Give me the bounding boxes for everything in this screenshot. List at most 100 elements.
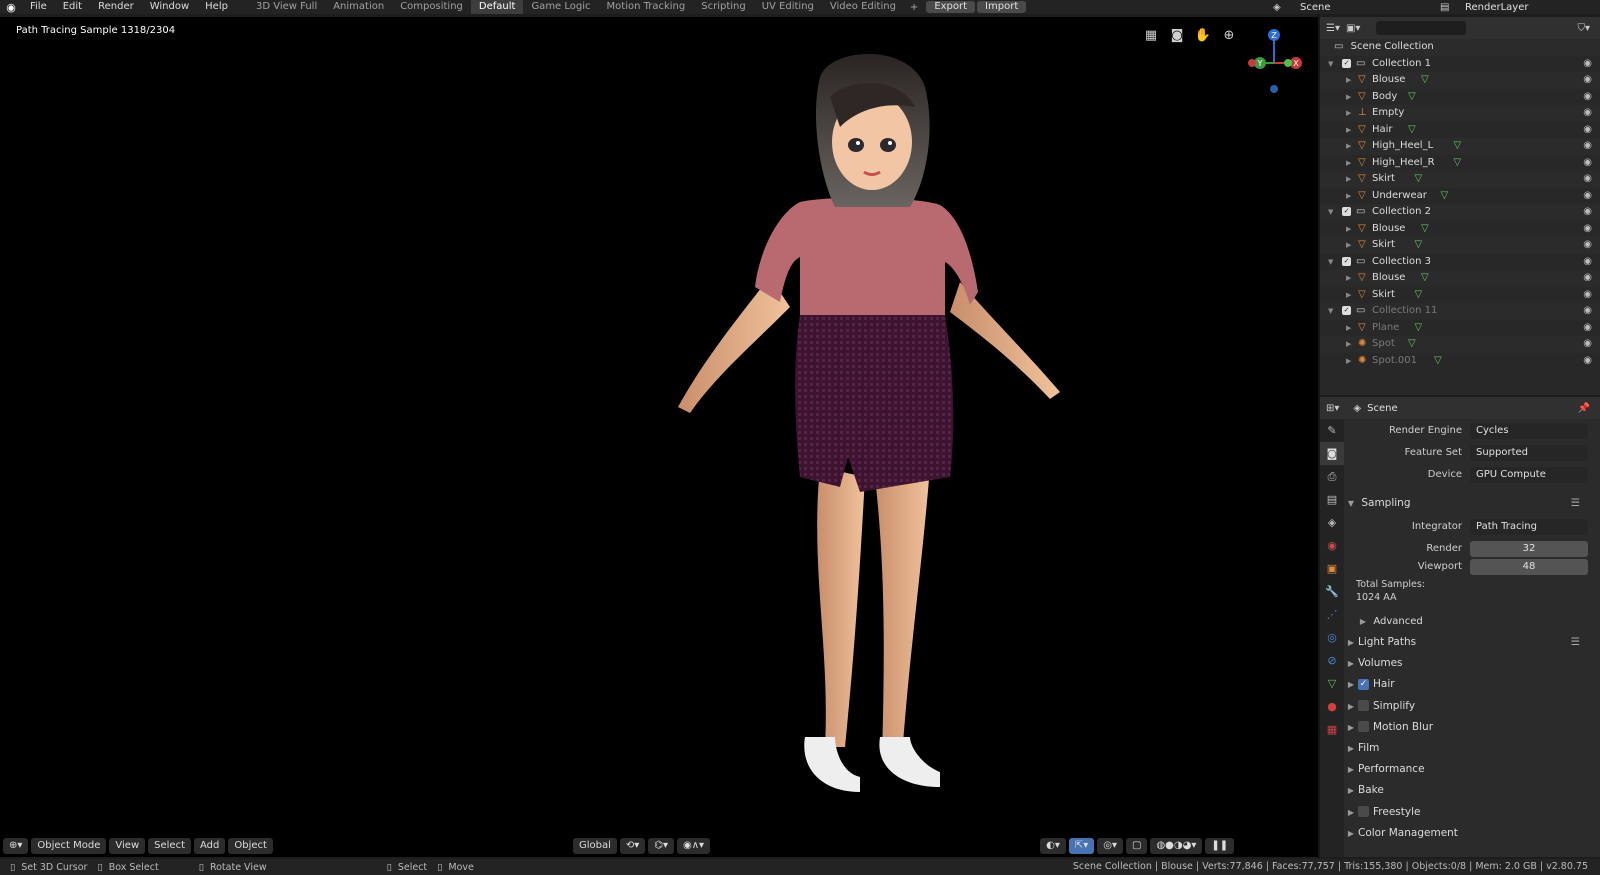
visibility-eye-icon[interactable]: ◉ bbox=[1583, 105, 1592, 122]
outliner-object-row[interactable]: ▶ ▽ Skirt ▽ ◉ bbox=[1320, 287, 1600, 304]
advanced-section-header[interactable]: ▶ Advanced bbox=[1344, 611, 1600, 631]
visibility-eye-icon[interactable]: ◉ bbox=[1583, 89, 1592, 106]
section-simplify[interactable]: ▶ Simplify bbox=[1344, 696, 1600, 716]
proportional-edit-icon[interactable]: ◉∧▾ bbox=[677, 838, 711, 854]
outliner-object-row[interactable]: ▶ ▽ Plane ▽ ◉ bbox=[1320, 320, 1600, 337]
workspace-tab-game-logic[interactable]: Game Logic bbox=[523, 0, 598, 14]
scene-collection-row[interactable]: ▭ Scene Collection bbox=[1320, 39, 1600, 56]
expand-arrow-icon[interactable]: ▼ bbox=[1328, 254, 1333, 271]
outliner-object-row[interactable]: ▶ ▽ Blouse ▽ ◉ bbox=[1320, 72, 1600, 89]
visibility-eye-icon[interactable]: ◉ bbox=[1583, 336, 1592, 353]
outliner-object-row[interactable]: ▶ ▽ Blouse ▽ ◉ bbox=[1320, 221, 1600, 238]
3d-viewport[interactable]: Path Tracing Sample 1318/2304 ▦ ◙ ✋ ⊕ Z … bbox=[0, 17, 1318, 857]
outliner-object-row[interactable]: ▶ ▽ Skirt ▽ ◉ bbox=[1320, 171, 1600, 188]
visibility-eye-icon[interactable]: ◉ bbox=[1583, 122, 1592, 139]
overlay-icon[interactable]: ◎▾ bbox=[1097, 838, 1123, 854]
view-layer-tab-icon[interactable]: ▤ bbox=[1320, 488, 1344, 511]
menu-window[interactable]: Window bbox=[142, 0, 197, 14]
visibility-eye-icon[interactable]: ◉ bbox=[1583, 188, 1592, 205]
data-tab-icon[interactable]: ▽ bbox=[1320, 672, 1344, 695]
object-mode-dropdown[interactable]: Object Mode bbox=[31, 838, 107, 854]
mesh-data-icon[interactable]: ▽ bbox=[1454, 155, 1462, 172]
outliner-object-row[interactable]: ▶ ✺ Spot ▽ ◉ bbox=[1320, 336, 1600, 353]
zoom-icon[interactable]: ⊕ bbox=[1220, 27, 1238, 45]
viewport-menu-add[interactable]: Add bbox=[194, 838, 226, 854]
visibility-eye-icon[interactable]: ◉ bbox=[1583, 270, 1592, 287]
mesh-data-icon[interactable]: ▽ bbox=[1454, 138, 1462, 155]
mesh-data-icon[interactable]: ▽ bbox=[1421, 270, 1429, 287]
particles-tab-icon[interactable]: ⋰ bbox=[1320, 603, 1344, 626]
mesh-data-icon[interactable]: ▽ bbox=[1441, 188, 1449, 205]
section-performance[interactable]: ▶ Performance bbox=[1344, 759, 1600, 779]
blender-logo-icon[interactable]: ◉ bbox=[0, 1, 22, 14]
list-icon[interactable]: ☰ bbox=[1571, 632, 1580, 652]
section-light-paths[interactable]: ▶ Light Paths ☰ bbox=[1344, 632, 1600, 652]
menu-edit[interactable]: Edit bbox=[55, 0, 90, 14]
section-color-management[interactable]: ▶ Color Management bbox=[1344, 823, 1600, 843]
workspace-tab-default[interactable]: Default bbox=[470, 0, 524, 14]
visibility-eye-icon[interactable]: ◉ bbox=[1583, 287, 1592, 304]
properties-editor-icon[interactable]: ⊞▾ bbox=[1326, 403, 1339, 414]
section-checkbox[interactable] bbox=[1358, 806, 1369, 818]
collection-checkbox[interactable]: ✓ bbox=[1342, 256, 1351, 266]
collapse-arrow-icon[interactable]: ▶ bbox=[1346, 221, 1351, 238]
collapse-arrow-icon[interactable]: ▶ bbox=[1346, 72, 1351, 89]
outliner-object-row[interactable]: ▶ ▽ Body ▽ ◉ bbox=[1320, 89, 1600, 106]
workspace-tab-scripting[interactable]: Scripting bbox=[693, 0, 753, 14]
expand-arrow-icon[interactable]: ▼ bbox=[1328, 56, 1333, 73]
outliner-object-row[interactable]: ▶ ▽ Skirt ▽ ◉ bbox=[1320, 237, 1600, 254]
scene-selector-icon[interactable]: ◈ bbox=[1273, 2, 1281, 13]
import-button[interactable]: Import bbox=[977, 1, 1027, 13]
collection-checkbox[interactable]: ✓ bbox=[1342, 306, 1351, 315]
viewport-menu-object[interactable]: Object bbox=[228, 838, 273, 854]
mesh-data-icon[interactable]: ▽ bbox=[1421, 72, 1429, 89]
outliner-object-row[interactable]: ▶ ▽ Blouse ▽ ◉ bbox=[1320, 270, 1600, 287]
visibility-eye-icon[interactable]: ◉ bbox=[1583, 204, 1592, 221]
material-tab-icon[interactable]: ● bbox=[1320, 695, 1344, 718]
menu-render[interactable]: Render bbox=[90, 0, 142, 14]
pause-render-icon[interactable]: ❚❚ bbox=[1205, 838, 1235, 854]
mesh-data-icon[interactable]: ▽ bbox=[1415, 171, 1423, 188]
expand-arrow-icon[interactable]: ▼ bbox=[1328, 204, 1333, 221]
navigation-gizmo[interactable]: Z Y X bbox=[1242, 23, 1306, 93]
visibility-eye-icon[interactable]: ◉ bbox=[1583, 56, 1592, 73]
device-dropdown[interactable]: GPU Compute bbox=[1470, 467, 1588, 483]
visibility-eye-icon[interactable]: ◉ bbox=[1583, 254, 1592, 271]
pan-hand-icon[interactable]: ✋ bbox=[1194, 27, 1212, 45]
editor-type-icon[interactable]: ⊕▾ bbox=[3, 838, 29, 854]
section-volumes[interactable]: ▶ Volumes bbox=[1344, 653, 1600, 673]
visibility-eye-icon[interactable]: ◉ bbox=[1583, 237, 1592, 254]
viewport-menu-view[interactable]: View bbox=[109, 838, 146, 854]
orientation-dropdown[interactable]: Global bbox=[572, 838, 617, 854]
section-film[interactable]: ▶ Film bbox=[1344, 738, 1600, 758]
mesh-data-icon[interactable]: ▽ bbox=[1421, 221, 1429, 238]
render-engine-dropdown[interactable]: Cycles bbox=[1470, 423, 1588, 439]
mesh-data-icon[interactable]: ▽ bbox=[1408, 336, 1416, 353]
workspace-tab-uv-editing[interactable]: UV Editing bbox=[754, 0, 822, 14]
physics-tab-icon[interactable]: ◎ bbox=[1320, 626, 1344, 649]
section-checkbox[interactable]: ✓ bbox=[1358, 678, 1369, 690]
outliner-collection-row[interactable]: ▼ ✓ ▭ Collection 3 ◉ bbox=[1320, 254, 1600, 271]
gizmo-toggle-icon[interactable]: ⇱▾ bbox=[1068, 838, 1095, 854]
list-icon[interactable]: ☰ bbox=[1571, 493, 1580, 513]
menu-file[interactable]: File bbox=[22, 0, 55, 14]
collapse-arrow-icon[interactable]: ▶ bbox=[1346, 138, 1351, 155]
mesh-data-icon[interactable]: ▽ bbox=[1415, 320, 1423, 337]
mesh-data-icon[interactable]: ▽ bbox=[1415, 237, 1423, 254]
collapse-arrow-icon[interactable]: ▶ bbox=[1346, 353, 1351, 370]
scene-selector[interactable]: Scene bbox=[1300, 2, 1331, 13]
constraints-tab-icon[interactable]: ⊘ bbox=[1320, 649, 1344, 672]
mesh-data-icon[interactable]: ▽ bbox=[1415, 287, 1423, 304]
expand-arrow-icon[interactable]: ▼ bbox=[1328, 303, 1333, 320]
scene-tab-icon[interactable]: ◈ bbox=[1320, 511, 1344, 534]
visibility-eye-icon[interactable]: ◉ bbox=[1583, 320, 1592, 337]
add-workspace-button[interactable]: + bbox=[904, 2, 924, 13]
renderlayer-selector[interactable]: RenderLayer bbox=[1465, 2, 1528, 13]
pin-icon[interactable]: 📌 bbox=[1578, 403, 1590, 414]
mesh-data-icon[interactable]: ▽ bbox=[1408, 122, 1416, 139]
tool-tab-icon[interactable]: ✎ bbox=[1320, 419, 1344, 442]
collapse-arrow-icon[interactable]: ▶ bbox=[1346, 336, 1351, 353]
visibility-eye-icon[interactable]: ◉ bbox=[1583, 353, 1592, 370]
sampling-section-header[interactable]: ▼ Sampling ☰ bbox=[1344, 493, 1600, 513]
mesh-data-icon[interactable]: ▽ bbox=[1434, 353, 1442, 370]
